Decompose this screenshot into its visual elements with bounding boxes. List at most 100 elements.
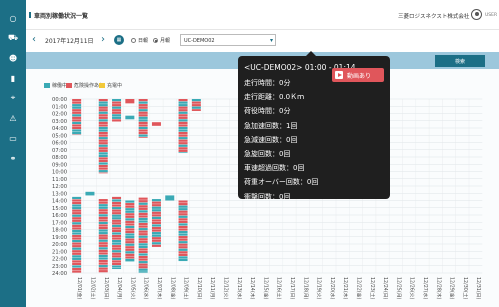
activity-block[interactable] [151,232,161,235]
activity-block[interactable] [98,259,108,263]
x-tick-label[interactable]: 12/20(水) [329,277,336,299]
activity-block[interactable] [178,253,188,256]
x-tick-label[interactable]: 12/08(金) [169,277,176,299]
x-tick-label[interactable]: 12/14(木) [249,277,256,299]
activity-block[interactable] [98,101,108,104]
activity-block[interactable] [138,134,148,137]
activity-block[interactable] [72,257,82,260]
activity-block[interactable] [112,116,122,119]
activity-block[interactable] [151,219,161,222]
activity-block[interactable] [138,114,148,117]
activity-block[interactable] [98,244,108,247]
activity-block[interactable] [98,157,108,160]
activity-block[interactable] [151,242,161,245]
activity-block[interactable] [138,230,148,233]
x-tick-label[interactable]: 12/23(土) [369,277,376,299]
activity-block[interactable] [138,109,148,112]
activity-block[interactable] [125,233,135,236]
x-tick-label[interactable]: 12/26(火) [409,277,415,299]
activity-block[interactable] [138,258,148,261]
activity-block[interactable] [112,227,122,230]
activity-block[interactable] [98,237,108,240]
activity-block[interactable] [138,205,148,208]
activity-block[interactable] [98,249,108,252]
activity-block[interactable] [191,109,201,111]
activity-block[interactable] [98,104,108,107]
activity-block[interactable] [138,99,148,102]
activity-block[interactable] [98,142,108,145]
activity-block[interactable] [178,124,188,127]
x-tick-label[interactable]: 12/15(金) [262,277,269,299]
activity-block[interactable] [138,238,148,241]
activity-block[interactable] [98,119,108,122]
activity-block[interactable] [72,204,82,207]
activity-block[interactable] [98,172,108,174]
activity-block[interactable] [151,201,161,204]
activity-block[interactable] [125,99,135,104]
activity-block[interactable] [151,211,161,214]
activity-block[interactable] [98,199,108,202]
activity-block[interactable] [98,124,108,127]
activity-block[interactable] [138,215,148,218]
activity-block[interactable] [138,222,148,226]
activity-block[interactable] [138,126,148,130]
activity-block[interactable] [98,149,108,152]
activity-block[interactable] [138,104,148,107]
activity-block[interactable] [138,210,148,213]
activity-block[interactable] [98,239,108,242]
x-tick-label[interactable]: 12/17(日) [289,277,295,299]
activity-block[interactable] [138,268,148,271]
activity-block[interactable] [138,240,148,243]
activity-block[interactable] [125,213,135,216]
activity-block[interactable] [138,253,148,256]
activity-block[interactable] [72,247,82,250]
x-tick-label[interactable]: 12/19(火) [316,277,322,299]
x-tick-label[interactable]: 12/11(月) [209,277,215,299]
x-tick-label[interactable]: 12/31(日) [475,277,481,299]
activity-block[interactable] [72,129,82,132]
activity-block[interactable] [72,255,82,258]
activity-block[interactable] [72,119,82,122]
activity-block[interactable] [72,126,82,130]
activity-block[interactable] [125,225,135,229]
activity-block[interactable] [178,251,188,254]
x-tick-label[interactable]: 12/01(金) [76,277,83,299]
activity-block[interactable] [151,229,161,232]
activity-block[interactable] [98,201,108,204]
activity-block[interactable] [125,205,135,208]
activity-block[interactable] [178,200,188,203]
activity-block[interactable] [125,253,135,256]
activity-block[interactable] [72,245,82,248]
activity-block[interactable] [98,144,108,147]
activity-block[interactable] [178,121,188,125]
activity-block[interactable] [178,228,188,231]
activity-block[interactable] [72,242,82,245]
activity-block[interactable] [98,232,108,235]
activity-block[interactable] [138,131,148,135]
activity-block[interactable] [178,129,188,132]
activity-block[interactable] [98,262,108,265]
activity-block[interactable] [98,242,108,245]
activity-block[interactable] [98,167,108,170]
activity-block[interactable] [98,267,108,270]
activity-block[interactable] [98,247,108,250]
activity-block[interactable] [98,116,108,119]
activity-block[interactable] [151,206,161,209]
activity-block[interactable] [178,152,188,154]
activity-block[interactable] [72,234,82,238]
activity-block[interactable] [138,124,148,127]
activity-block[interactable] [112,207,122,210]
activity-block[interactable] [125,203,135,206]
activity-block[interactable] [138,225,148,228]
x-tick-label[interactable]: 12/22(金) [355,277,362,299]
activity-block[interactable] [112,111,122,114]
activity-block[interactable] [98,137,108,140]
activity-block[interactable] [112,242,122,245]
activity-block[interactable] [98,219,108,222]
activity-block[interactable] [125,251,135,254]
activity-block[interactable] [125,236,135,239]
activity-block[interactable] [98,134,108,137]
activity-block[interactable] [72,224,82,227]
video-button[interactable]: 動画あり [332,68,384,82]
x-tick-label[interactable]: 12/07(木) [156,277,163,299]
